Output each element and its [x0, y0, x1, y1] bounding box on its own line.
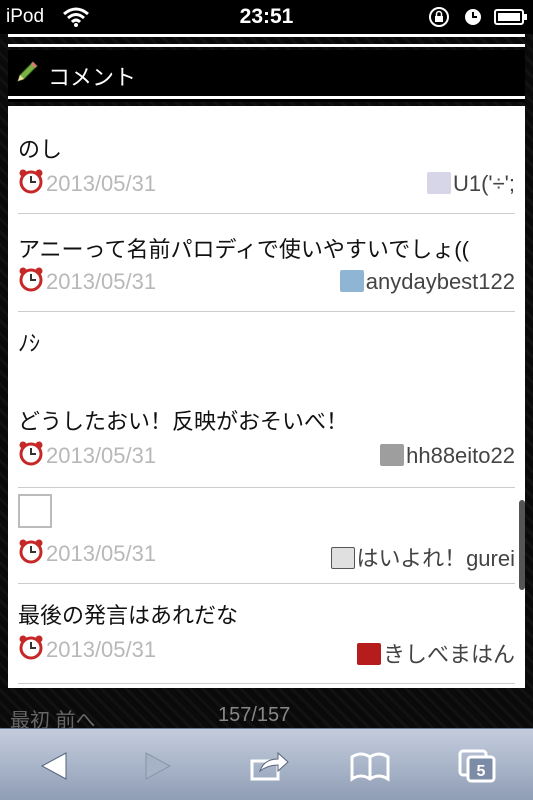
comment-author[interactable]: hh88eito22 — [380, 443, 515, 469]
user-avatar — [380, 444, 405, 466]
share-button[interactable] — [246, 749, 290, 783]
comment-date: 2013/05/31 — [46, 637, 157, 662]
author-name: anydaybest122 — [365, 269, 515, 294]
user-avatar — [426, 172, 451, 194]
tabs-count: 5 — [477, 763, 486, 780]
author-name: U1('÷'; — [452, 171, 515, 196]
image-placeholder — [18, 494, 52, 528]
comment-date: 2013/05/31 — [46, 269, 157, 294]
pagination: 最初 前へ 157/157 — [0, 700, 533, 732]
author-name: きしべまはん — [382, 642, 515, 667]
browser-toolbar: 5 — [0, 728, 533, 800]
comment-author[interactable]: U1('÷'; — [426, 171, 515, 197]
list-item: ﾉｼ どうしたおい！反映がおそいべ！ 2013/05/31 hh88eito22 — [18, 312, 515, 488]
list-item: のし 2013/05/31 U1('÷'; — [18, 106, 515, 214]
alarm-clock-icon — [19, 169, 43, 194]
share-icon — [250, 751, 289, 781]
list-item: 2013/05/31 はいよれ！gurei — [18, 488, 515, 584]
forward-button[interactable] — [136, 749, 180, 783]
alarm-clock-icon — [19, 441, 43, 466]
back-arrow-icon — [40, 752, 67, 780]
user-avatar — [339, 270, 364, 292]
comment-date: 2013/05/31 — [46, 541, 157, 566]
comment-date: 2013/05/31 — [46, 171, 157, 196]
comments-header: コメント — [8, 50, 525, 102]
comment-author[interactable]: きしべまはん — [356, 637, 515, 669]
comment-text: 最後の発言はあれだな — [18, 603, 239, 628]
page-count: 157/157 — [218, 704, 291, 726]
divider — [8, 44, 525, 47]
comment-author[interactable]: anydaybest122 — [339, 269, 515, 295]
alarm-status-icon — [465, 9, 481, 25]
list-item: アニーって名前パロディで使いやすいでしょ(( 2013/05/31 anyday… — [18, 214, 515, 312]
author-name: はいよれ！gurei — [356, 546, 515, 571]
comment-list[interactable]: のし 2013/05/31 U1('÷'; アニーって名前パロディで使いやすいで… — [8, 106, 525, 688]
comment-text: ﾉｼ — [18, 331, 41, 356]
user-avatar — [330, 547, 355, 569]
comment-date: 2013/05/31 — [46, 443, 157, 468]
list-item: 最後の発言はあれだな 2013/05/31 きしべまはん — [18, 584, 515, 684]
scrollbar[interactable] — [519, 500, 525, 590]
comment-text: アニーって名前パロディで使いやすいでしょ(( — [18, 237, 469, 262]
alarm-clock-icon — [19, 635, 43, 660]
bookmarks-button[interactable] — [348, 749, 392, 783]
forward-arrow-icon — [145, 752, 172, 780]
tabs-button[interactable]: 5 — [456, 749, 500, 783]
back-button[interactable] — [32, 749, 76, 783]
comment-author[interactable]: はいよれ！gurei — [330, 541, 515, 573]
tabs-icon: 5 — [458, 749, 496, 783]
comment-text: どうしたおい！反映がおそいべ！ — [18, 409, 349, 434]
section-title: コメント — [48, 65, 137, 90]
divider — [8, 34, 525, 37]
battery-icon — [494, 9, 527, 25]
comment-text: のし — [18, 137, 63, 162]
alarm-clock-icon — [19, 539, 43, 564]
pencil-icon — [17, 61, 38, 82]
alarm-clock-icon — [19, 267, 43, 292]
user-avatar — [356, 643, 381, 665]
divider — [8, 96, 525, 99]
book-icon — [350, 752, 390, 782]
rotation-lock-icon — [429, 7, 449, 27]
author-name: hh88eito22 — [406, 443, 515, 468]
status-bar: iPod 23:51 — [0, 0, 533, 34]
status-time: 23:51 — [239, 5, 294, 28]
